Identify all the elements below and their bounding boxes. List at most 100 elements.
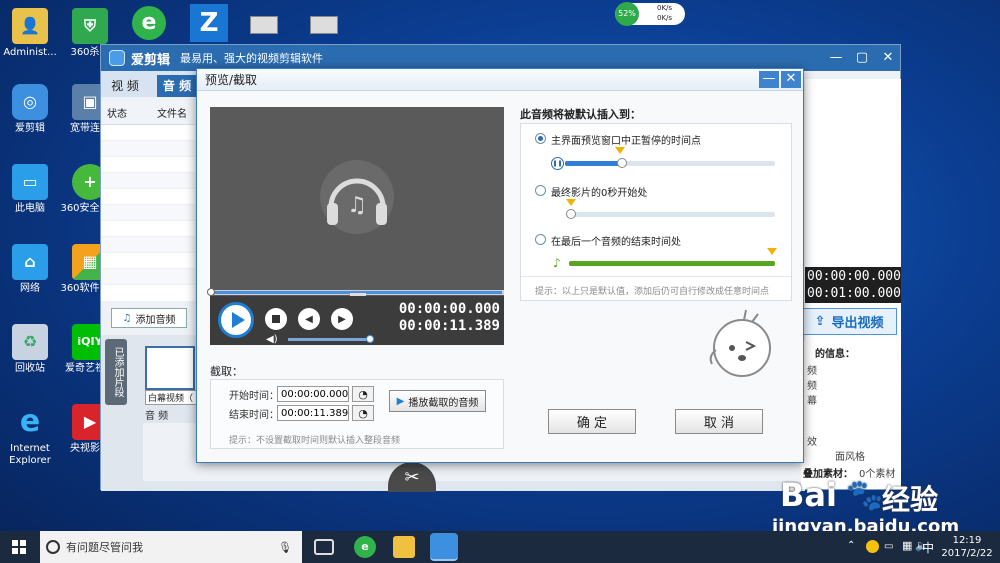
library-header: 状态 文件名 — [101, 101, 195, 125]
taskbar-explorer-icon[interactable] — [393, 536, 415, 558]
blurred-file-icon[interactable] — [310, 16, 338, 34]
desktop-icon-admin[interactable]: 👤 Administ... — [0, 8, 60, 59]
audio-track-label: 音 频 — [145, 411, 169, 422]
step-back-icon[interactable]: ◀ — [298, 308, 320, 330]
paw-icon: 🐾 — [846, 478, 884, 513]
list-item — [101, 221, 195, 237]
list-item — [101, 141, 195, 157]
start-time-clock-icon[interactable]: ◔ — [352, 386, 374, 402]
close-icon[interactable]: ✕ — [879, 49, 897, 67]
list-item — [101, 237, 195, 253]
upload-speed: 0K/s — [657, 4, 673, 12]
taskbar-aijianji-icon[interactable] — [430, 533, 458, 561]
option-label: 主界面预览窗口中正暂停的时间点 — [551, 136, 701, 147]
seek-knob[interactable] — [207, 288, 215, 296]
blurred-file-icon[interactable] — [250, 16, 278, 34]
clock[interactable]: 12:19 2017/2/22 — [940, 534, 994, 560]
start-time-field[interactable] — [277, 386, 349, 402]
recycle-bin-icon: ♻ — [12, 324, 48, 360]
add-audio-label: 添加音频 — [135, 314, 176, 326]
clip-thumbnail[interactable] — [145, 346, 195, 390]
add-audio-button[interactable]: ♫ 添加音频 — [111, 308, 187, 328]
info-panel: 的信息： 频 频 幕 效 面风格 叠加素材： 0个素材 — [801, 341, 899, 489]
watermark-brand: Bai — [780, 476, 837, 514]
tray-network-icon[interactable]: ▦ — [902, 539, 912, 552]
search-box[interactable]: 有问题尽管问我 🎙 — [40, 531, 302, 563]
dialog-title: 预览/截取 — [197, 69, 803, 91]
volume-knob[interactable] — [366, 335, 374, 343]
main-timecode-current: 00:00:00.000 — [807, 269, 901, 284]
position-knob[interactable] — [566, 209, 576, 219]
360-browser-icon[interactable]: e — [132, 6, 166, 40]
microphone-icon[interactable]: 🎙 — [278, 541, 292, 554]
task-view-icon[interactable] — [314, 539, 334, 555]
tray-up-arrow-icon[interactable]: ⌃ — [847, 540, 855, 551]
option-radio-pause-point[interactable] — [535, 133, 546, 144]
taskbar: 有问题尽管问我 🎙 e ⌃ ▭ ▦ 🔈 中 12:19 2017/2/22 — [0, 531, 1000, 563]
desktop-icon-this-pc[interactable]: ▭ 此电脑 — [0, 164, 60, 215]
ie-icon: e — [19, 404, 41, 439]
download-speed: 0K/s — [657, 14, 673, 22]
play-cut-audio-button[interactable]: ▶ 播放截取的音频 — [389, 390, 486, 412]
position-track — [571, 212, 775, 217]
ime-indicator[interactable]: 中 — [922, 539, 934, 556]
volume-slider[interactable] — [288, 335, 374, 343]
dialog-close-icon[interactable]: ✕ — [781, 71, 801, 88]
added-clips-tab[interactable]: 已添加片段 — [105, 339, 127, 405]
tab-video[interactable]: 视 频 — [105, 75, 145, 97]
desktop-icon-aijianji[interactable]: ◎ 爱剪辑 — [0, 84, 60, 135]
stop-icon[interactable] — [265, 308, 287, 330]
audio-library: 状态 文件名 — [101, 101, 195, 301]
speed-widget[interactable]: 52% 0K/s 0K/s — [615, 2, 685, 26]
desktop-icon-network[interactable]: ⌂ 网络 — [0, 244, 60, 295]
info-item: 效 — [807, 437, 817, 448]
column-status: 状态 — [107, 109, 127, 120]
position-knob[interactable] — [617, 158, 627, 168]
play-cut-label: 播放截取的音频 — [408, 397, 479, 409]
marker-arrow-icon — [767, 248, 777, 255]
column-filename: 文件名 — [157, 109, 187, 120]
export-video-button[interactable]: ⇪ 导出视频 — [801, 308, 897, 335]
z-app-icon[interactable]: Z — [190, 4, 228, 42]
clip-label: 白幕视频（ — [145, 390, 197, 405]
taskbar-360-browser-icon[interactable]: e — [354, 536, 376, 558]
main-timecode-total: 00:01:00.000 — [807, 286, 901, 301]
media-tabs: 视 频 音 频 — [101, 71, 201, 97]
pause-icon: ❚❚ — [551, 157, 564, 170]
watermark-brand2: 经验 — [882, 483, 939, 516]
tab-audio[interactable]: 音 频 — [157, 75, 197, 97]
maximize-icon[interactable]: ▢ — [853, 49, 871, 67]
start-windows-icon[interactable] — [12, 540, 26, 554]
option-radio-last-audio-end[interactable] — [535, 234, 546, 245]
cancel-button[interactable]: 取 消 — [675, 409, 763, 434]
ok-button[interactable]: 确 定 — [548, 409, 636, 434]
info-item: 频 — [807, 381, 817, 392]
list-item — [101, 189, 195, 205]
end-time-field[interactable] — [277, 405, 349, 421]
desktop-icon-label: Administ... — [3, 47, 57, 58]
play-small-icon: ▶ — [396, 395, 405, 407]
info-item: 面风格 — [835, 452, 865, 463]
audio-player: ♫ ⌄ ◀ ▶ ◀) 00:00:00.000 00:00:11.389 — [207, 107, 504, 345]
app-logo-icon — [109, 50, 125, 66]
music-note-icon: ♪ — [553, 256, 561, 270]
volume-icon[interactable]: ◀) — [266, 334, 278, 345]
preview-cut-dialog: 预览/截取 — ✕ ♫ ⌄ ◀ ▶ ◀) — [196, 68, 804, 463]
desktop-icon-recycle-bin[interactable]: ♻ 回收站 — [0, 324, 60, 375]
speed-percent: 52% — [615, 2, 639, 26]
option-radio-start[interactable] — [535, 185, 546, 196]
play-icon[interactable] — [218, 302, 254, 338]
desktop-icon-label: 此电脑 — [15, 203, 45, 214]
tray-360-icon[interactable] — [866, 540, 879, 553]
tray-battery-icon[interactable]: ▭ — [884, 541, 893, 552]
option-label: 在最后一个音频的结束时间处 — [551, 237, 681, 248]
end-time-clock-icon[interactable]: ◔ — [352, 405, 374, 421]
marker-arrow-icon — [615, 147, 625, 154]
minimize-icon[interactable]: — — [827, 49, 845, 67]
list-item — [101, 125, 195, 141]
aijianji-icon: ◎ — [12, 84, 48, 120]
user-folder-icon: 👤 — [12, 8, 48, 44]
desktop-icon-ie[interactable]: e Internet Explorer — [0, 404, 60, 467]
dialog-minimize-icon[interactable]: — — [759, 71, 779, 88]
step-forward-icon[interactable]: ▶ — [331, 308, 353, 330]
